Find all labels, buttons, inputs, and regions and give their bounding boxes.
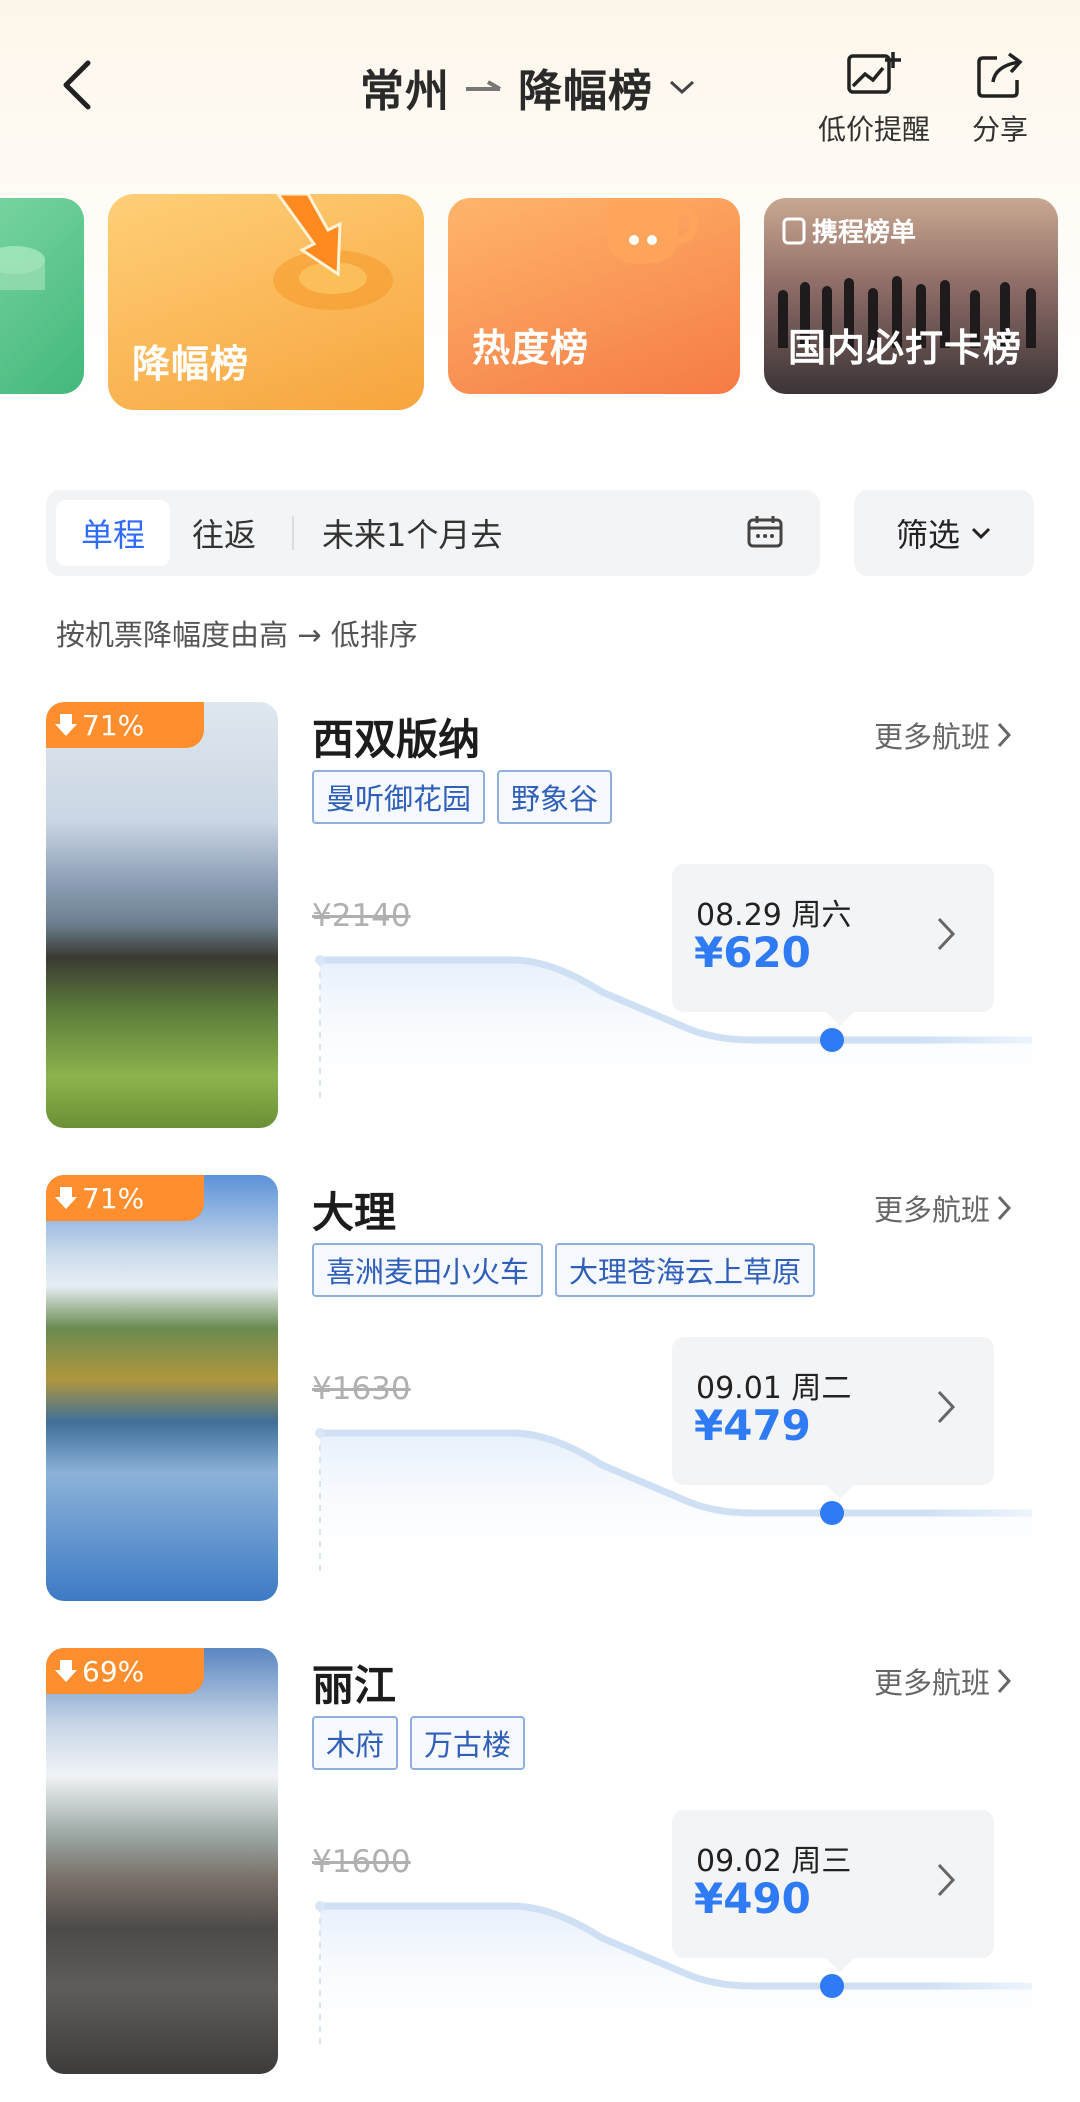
category-label: 降幅榜 (132, 342, 250, 386)
chevron-right-icon (937, 917, 956, 951)
tab-round-trip[interactable]: 往返 (192, 500, 256, 566)
destination-item[interactable]: 69% 丽江 更多航班 木府 万古楼 ¥1600 09.02 周三 ¥490 (0, 1648, 1080, 2078)
back-button[interactable] (48, 50, 108, 120)
current-price: ¥479 (694, 1401, 811, 1450)
destination-photo[interactable]: 71% (46, 1175, 278, 1601)
bookmark-icon (782, 217, 806, 244)
price-alert-button[interactable]: 低价提醒 (818, 50, 930, 148)
calendar-icon[interactable] (746, 514, 784, 550)
category-card-drop[interactable]: 降幅榜 (108, 194, 424, 410)
current-price: ¥490 (694, 1874, 811, 1923)
more-flights-label: 更多航班 (874, 1666, 991, 1700)
drop-percent: 69% (82, 1654, 145, 1688)
share-button[interactable]: 分享 (972, 50, 1028, 148)
category-card-hot[interactable]: 热度榜 (448, 198, 740, 394)
back-arrow-icon (63, 60, 91, 110)
destination-name: 大理 (312, 1188, 397, 1237)
share-icon (977, 52, 1023, 98)
more-flights-link[interactable]: 更多航班 (874, 1187, 1012, 1229)
more-flights-link[interactable]: 更多航班 (874, 1660, 1012, 1702)
drop-percent: 71% (82, 708, 145, 742)
destination-item[interactable]: 71% 大理 更多航班 喜洲麦田小火车 大理苍海云上草原 ¥1630 09.01… (0, 1175, 1080, 1605)
destination-name: 丽江 (312, 1661, 397, 1710)
lowest-price-card[interactable]: 09.01 周二 ¥479 (672, 1337, 994, 1499)
category-label: 热度榜 (472, 326, 590, 370)
drop-badge: 69% (46, 1648, 204, 1694)
attraction-tag[interactable]: 大理苍海云上草原 (555, 1243, 816, 1297)
title-selector[interactable]: 常州 降幅榜 (360, 52, 697, 122)
tab-one-way[interactable]: 单程 (56, 500, 170, 566)
tag-list: 曼听御花园 野象谷 (312, 770, 613, 824)
destination-item[interactable]: 71% 西双版纳 更多航班 曼听御花园 野象谷 ¥2140 08.29 周六 ¥… (0, 702, 1080, 1132)
original-price: ¥2140 (312, 898, 411, 934)
destination-name: 西双版纳 (312, 715, 481, 764)
destination-photo[interactable]: 69% (46, 1648, 278, 2074)
drop-percent: 71% (82, 1181, 145, 1215)
original-price: ¥1600 (312, 1844, 411, 1880)
top-bar: 常州 降幅榜 低价提醒 分享 (0, 0, 1080, 160)
share-label: 分享 (972, 113, 1029, 146)
tag-list: 喜洲麦田小火车 大理苍海云上草原 (312, 1243, 816, 1297)
category-card-partial[interactable] (0, 198, 84, 394)
date-range-selector[interactable]: 未来1个月去 (322, 500, 502, 566)
chevron-right-icon (937, 1390, 956, 1424)
chevron-right-icon (937, 1863, 956, 1897)
more-flights-label: 更多航班 (874, 720, 991, 754)
chevron-right-icon (997, 1195, 1012, 1221)
category-card-checkin[interactable]: 携程榜单 国内必打卡榜 (764, 198, 1058, 394)
lowest-price-card[interactable]: 09.02 周三 ¥490 (672, 1810, 994, 1972)
trip-filter-bar: 单程 往返 未来1个月去 (46, 490, 820, 576)
destination-photo[interactable]: 71% (46, 702, 278, 1128)
origin-city: 常州 (360, 66, 450, 117)
more-flights-label: 更多航班 (874, 1193, 991, 1227)
board-title: 降幅榜 (518, 66, 653, 117)
divider (292, 516, 294, 550)
tag-list: 木府 万古楼 (312, 1716, 526, 1770)
route-arrow-icon (466, 80, 502, 91)
price-alert-label: 低价提醒 (818, 113, 931, 146)
ranking-badge-label: 携程榜单 (812, 218, 917, 248)
down-arrow-icon (55, 1660, 77, 1682)
screen-button[interactable]: 筛选 (854, 490, 1034, 576)
lowest-price-card[interactable]: 08.29 周六 ¥620 (672, 864, 994, 1026)
drop-badge: 71% (46, 1175, 204, 1221)
down-arrow-icon (55, 714, 77, 736)
screen-label: 筛选 (895, 516, 960, 554)
chevron-down-icon (971, 527, 991, 540)
current-price: ¥620 (694, 928, 811, 977)
attraction-tag[interactable]: 木府 (312, 1716, 399, 1770)
attraction-tag[interactable]: 曼听御花园 (312, 770, 486, 824)
falling-arrow-icon (273, 194, 393, 310)
category-label: 国内必打卡榜 (788, 326, 1023, 370)
attraction-tag[interactable]: 喜洲麦田小火车 (312, 1243, 544, 1297)
attraction-tag[interactable]: 万古楼 (410, 1716, 526, 1770)
decoration-icon (0, 246, 45, 290)
sort-description: 按机票降幅度由高 → 低排序 (56, 618, 418, 652)
more-flights-link[interactable]: 更多航班 (874, 714, 1012, 756)
image-add-icon (847, 52, 901, 94)
chevron-down-icon (669, 80, 695, 95)
attraction-tag[interactable]: 野象谷 (497, 770, 613, 824)
chevron-right-icon (997, 722, 1012, 748)
ranking-badge: 携程榜单 (782, 212, 916, 249)
drop-badge: 71% (46, 702, 204, 748)
down-arrow-icon (55, 1187, 77, 1209)
chevron-right-icon (997, 1668, 1012, 1694)
original-price: ¥1630 (312, 1371, 411, 1407)
cup-icon (608, 198, 699, 264)
